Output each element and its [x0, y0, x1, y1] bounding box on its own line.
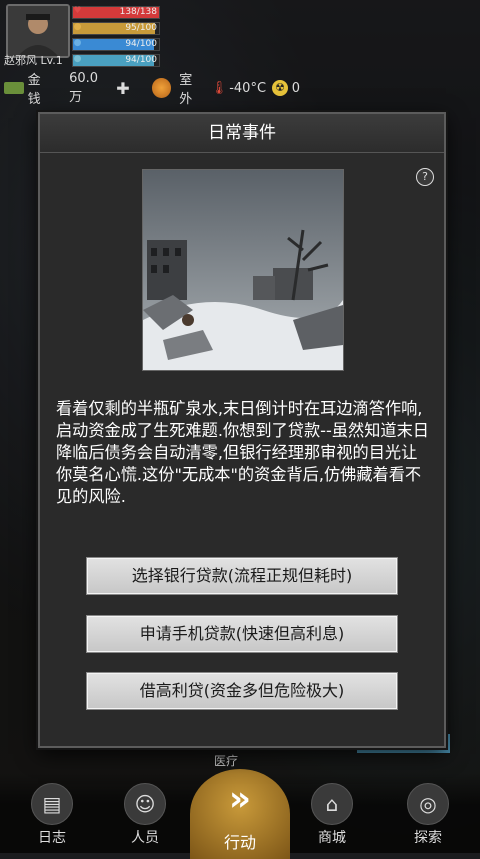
phone-loan-option-button[interactable]: 申请手机贷款(快速但高利息) — [86, 615, 398, 653]
nav-staff[interactable]: ☺ 人员 — [115, 783, 175, 847]
event-story-text: 看着仅剩的半瓶矿泉水,末日倒计时在耳边滴答作响,启动资金成了生死难题.你想到了贷… — [56, 399, 429, 506]
action-button[interactable]: » 行动 — [190, 769, 290, 859]
food-icon: ● — [73, 22, 82, 32]
sun-icon — [151, 78, 172, 98]
temperature-value: -40°C — [229, 80, 267, 96]
mood-bar: ● 94/100 — [72, 54, 160, 67]
player-name: 赵邪风 Lv.1 — [4, 54, 63, 67]
money-value: 60.0万 — [69, 71, 99, 105]
id-card-icon: ☺ — [124, 783, 166, 825]
status-panel: 赵邪风 Lv.1 ♥ 138/138 ● 95/100 ● 94/100 ● 94/10… — [0, 0, 480, 107]
water-icon: ● — [73, 38, 82, 48]
basket-icon: ⌂ — [311, 783, 353, 825]
book-icon: ▤ — [31, 783, 73, 825]
money-label: 金钱 — [27, 73, 41, 107]
radiation-icon: ☢ — [272, 80, 288, 96]
add-money-button[interactable]: ✚ — [116, 79, 129, 98]
bank-loan-option-button[interactable]: 选择银行贷款(流程正规但耗时) — [86, 557, 398, 595]
location-label: 室外 — [179, 73, 193, 107]
compass-icon: ◎ — [407, 783, 449, 825]
money-icon — [4, 82, 24, 94]
avatar[interactable] — [6, 4, 70, 58]
medical-label: 医疗 — [214, 754, 239, 768]
mood-icon: ● — [73, 54, 82, 64]
stat-bars: ♥ 138/138 ● 95/100 ● 94/100 ● 94/100 — [72, 6, 160, 70]
bottom-nav: ▤ 日志 ☺ 人员 » 行动 ⌂ 商城 ◎ 探索 — [0, 769, 480, 859]
radiation-value: 0 — [291, 80, 300, 96]
nav-log[interactable]: ▤ 日志 — [22, 783, 82, 847]
nav-shop[interactable]: ⌂ 商城 — [302, 783, 362, 847]
health-bar: ♥ 138/138 — [72, 6, 160, 19]
hunger-bar: ● 95/100 — [72, 22, 160, 35]
event-illustration — [142, 169, 344, 371]
double-arrow-icon: » — [229, 779, 251, 819]
dialog-title: 日常事件 — [40, 114, 444, 153]
thirst-bar: ● 94/100 — [72, 38, 160, 51]
daily-event-dialog: 日常事件 ? 看着仅剩的半瓶矿泉水,末日倒计时在耳边滴答作响,启动资金成了生死难… — [38, 112, 446, 748]
heart-icon: ♥ — [73, 6, 82, 16]
nav-explore[interactable]: ◎ 探索 — [398, 783, 458, 847]
loan-shark-option-button[interactable]: 借高利贷(资金多但危险极大) — [86, 672, 398, 710]
thermometer-icon: 🌡︎ — [210, 80, 228, 96]
resource-bar: 金钱 60.0万 ✚ 室外 🌡︎ -40°C ☢ 0 — [0, 71, 300, 107]
help-icon[interactable]: ? — [416, 168, 434, 186]
